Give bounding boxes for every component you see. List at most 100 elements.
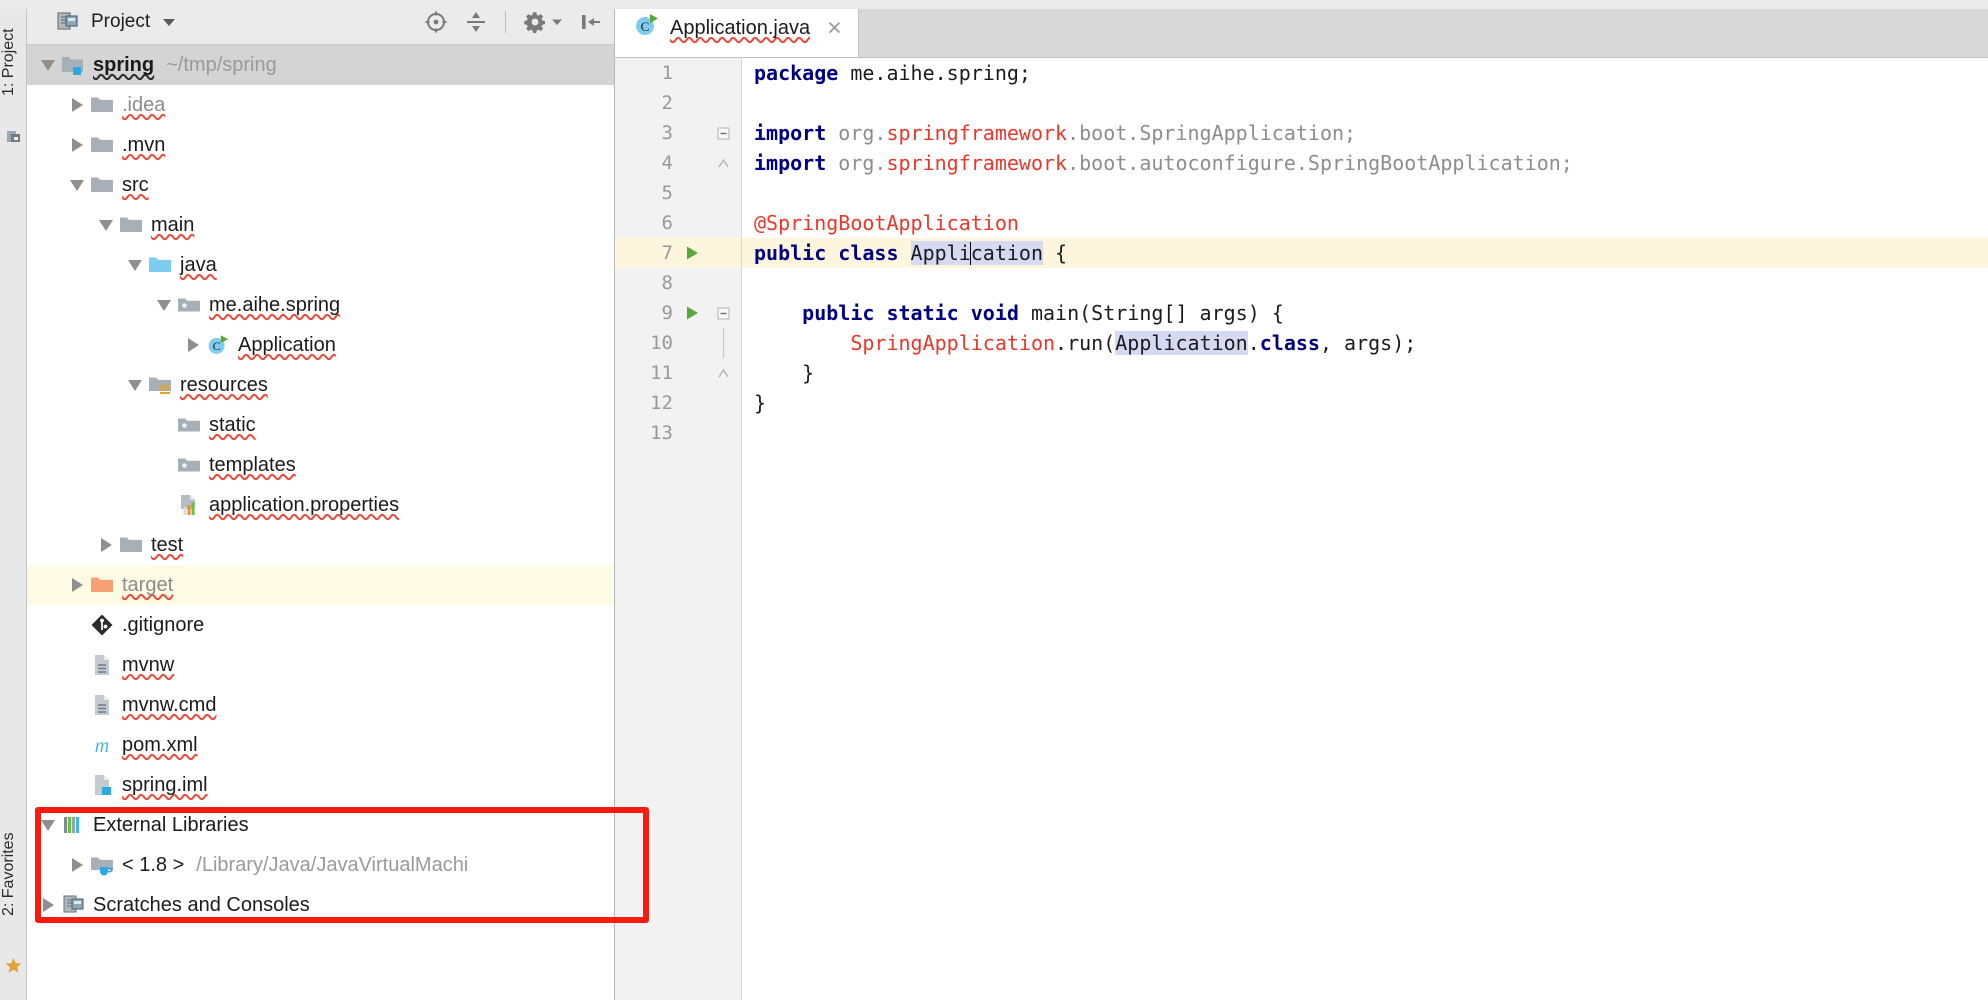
java-class-runnable-icon: C — [633, 12, 659, 44]
locate-icon[interactable] — [423, 9, 449, 35]
project-tree[interactable]: spring ~/tmp/spring .idea .mvn src main java me… — [27, 45, 614, 1000]
code-line-11[interactable]: } — [742, 358, 1988, 388]
tree-row-application-properties[interactable]: application.properties — [27, 485, 614, 525]
code-line-8[interactable] — [742, 268, 1988, 298]
gutter-line-2[interactable]: 2 — [615, 88, 741, 118]
tree-row-1-8[interactable]: < 1.8 > /Library/Java/JavaVirtualMachi — [27, 845, 614, 885]
tool-window-tab-project[interactable]: 1: Project — [0, 8, 27, 116]
chevron-down-icon[interactable] — [153, 285, 175, 325]
tree-row-mvn[interactable]: .mvn — [27, 125, 614, 165]
run-gutter-icon[interactable] — [677, 305, 707, 321]
tree-row-main[interactable]: main — [27, 205, 614, 245]
fold-end-icon[interactable] — [707, 366, 739, 381]
chevron-down-icon[interactable] — [163, 18, 176, 26]
code-line-1[interactable]: package me.aihe.spring; — [742, 58, 1988, 88]
chevron-right-icon[interactable] — [182, 325, 204, 365]
tree-row-spring[interactable]: spring ~/tmp/spring — [27, 45, 614, 85]
code-line-9[interactable]: public static void main(String[] args) { — [742, 298, 1988, 328]
gutter-line-8[interactable]: 8 — [615, 268, 741, 298]
code-line-6[interactable]: @SpringBootApplication — [742, 208, 1988, 238]
tree-row-static[interactable]: static — [27, 405, 614, 445]
code-line-4[interactable]: import org. springframework .boot.autoconf… — [742, 148, 1988, 178]
gutter-line-10[interactable]: 10 — [615, 328, 741, 358]
chevron-down-icon[interactable] — [124, 245, 146, 285]
gutter-line-1[interactable]: 1 — [615, 58, 741, 88]
chevron-right-icon[interactable] — [95, 525, 117, 565]
fold-collapse-icon[interactable] — [707, 126, 739, 141]
gutter-line-3[interactable]: 3 — [615, 118, 741, 148]
chevron-right-icon[interactable] — [66, 125, 88, 165]
tree-row-mvnw-cmd[interactable]: mvnw.cmd — [27, 685, 614, 725]
collapse-all-icon[interactable] — [463, 9, 489, 35]
close-icon[interactable]: × — [827, 15, 842, 41]
file-icon — [90, 653, 114, 677]
run-gutter-icon[interactable] — [677, 245, 707, 261]
gutter-line-11[interactable]: 11 — [615, 358, 741, 388]
code-line-13[interactable] — [742, 418, 1988, 448]
chevron-down-icon-gear[interactable] — [550, 9, 564, 35]
code-token: import — [754, 151, 839, 175]
code-token: } — [754, 361, 815, 385]
tree-row-me-aihe-spring[interactable]: me.aihe.spring — [27, 285, 614, 325]
tree-row-label: .idea — [122, 93, 166, 116]
tree-row-test[interactable]: test — [27, 525, 614, 565]
gutter-line-4[interactable]: 4 — [615, 148, 741, 178]
code-line-7[interactable]: public class Appli cation { — [742, 238, 1988, 268]
chevron-down-icon[interactable] — [66, 165, 88, 205]
tree-row-target[interactable]: target — [27, 565, 614, 605]
chevron-right-icon[interactable] — [66, 85, 88, 125]
tree-row-label: templates — [209, 453, 296, 476]
code-line-12[interactable]: } — [742, 388, 1988, 418]
gutter-line-6[interactable]: 6 — [615, 208, 741, 238]
tree-row-resources[interactable]: resources — [27, 365, 614, 405]
editor-gutter[interactable]: 1 2 3 4 5 6 7 8 9 10 11 12 13 — [615, 58, 742, 1000]
chevron-right-icon[interactable] — [66, 565, 88, 605]
folder-icon — [90, 93, 114, 117]
code-line-2[interactable] — [742, 88, 1988, 118]
tree-row-pom-xml[interactable]: m pom.xml — [27, 725, 614, 765]
panel-title: Project — [91, 11, 151, 32]
fold-end-icon[interactable] — [707, 156, 739, 171]
tree-row-idea[interactable]: .idea — [27, 85, 614, 125]
tree-row-external-libraries[interactable]: External Libraries — [27, 805, 614, 845]
fold-region-line[interactable] — [707, 328, 739, 358]
chevron-down-icon[interactable] — [37, 45, 59, 85]
line-number: 6 — [661, 212, 673, 234]
tree-row-src[interactable]: src — [27, 165, 614, 205]
code-token: .boot.SpringApplication; — [1067, 121, 1357, 145]
tree-row-spring-iml[interactable]: spring.iml — [27, 765, 614, 805]
code-line-10[interactable]: SpringApplication .run(Application. class,… — [742, 328, 1988, 358]
code-line-3[interactable]: import org. springframework .boot.SpringAp… — [742, 118, 1988, 148]
editor-code[interactable]: package me.aihe.spring; import org. spring… — [742, 58, 1988, 1000]
gutter-line-7[interactable]: 7 — [615, 238, 741, 268]
tree-row-scratches-and-consoles[interactable]: Scratches and Consoles — [27, 885, 614, 925]
intellij-window: 1: Project 2: Favorites Project spring ~… — [0, 0, 1988, 1000]
gutter-line-12[interactable]: 12 — [615, 388, 741, 418]
tool-window-tab-favorites[interactable]: 2: Favorites — [0, 814, 27, 934]
chevron-down-icon[interactable] — [95, 205, 117, 245]
chevron-down-icon[interactable] — [124, 365, 146, 405]
tree-row-templates[interactable]: templates — [27, 445, 614, 485]
tree-row-application[interactable]: C Application — [27, 325, 614, 365]
gear-icon[interactable] — [522, 9, 548, 35]
tree-row-java[interactable]: java — [27, 245, 614, 285]
gutter-line-5[interactable]: 5 — [615, 178, 741, 208]
hide-panel-icon[interactable] — [578, 9, 604, 35]
chevron-right-icon[interactable] — [37, 885, 59, 925]
chevron-right-icon[interactable] — [66, 845, 88, 885]
editor-area: C Application.java × 1 2 3 4 5 6 7 8 9 10 11 12 13 p… — [615, 0, 1988, 1000]
code-editor[interactable]: 1 2 3 4 5 6 7 8 9 10 11 12 13 package me.aihe.spring… — [615, 58, 1988, 1000]
tree-row-mvnw[interactable]: mvnw — [27, 645, 614, 685]
tree-row-label: Application — [238, 333, 336, 356]
fold-collapse-icon[interactable] — [707, 306, 739, 321]
chevron-down-icon[interactable] — [37, 805, 59, 845]
gutter-line-9[interactable]: 9 — [615, 298, 741, 328]
code-token: main(String[] args) { — [1030, 301, 1284, 325]
line-number: 3 — [661, 122, 673, 144]
code-token: } — [754, 391, 767, 415]
tree-row-label: Scratches and Consoles — [93, 893, 310, 916]
code-line-5[interactable] — [742, 178, 1988, 208]
gutter-line-13[interactable]: 13 — [615, 418, 741, 448]
tree-row-gitignore[interactable]: .gitignore — [27, 605, 614, 645]
